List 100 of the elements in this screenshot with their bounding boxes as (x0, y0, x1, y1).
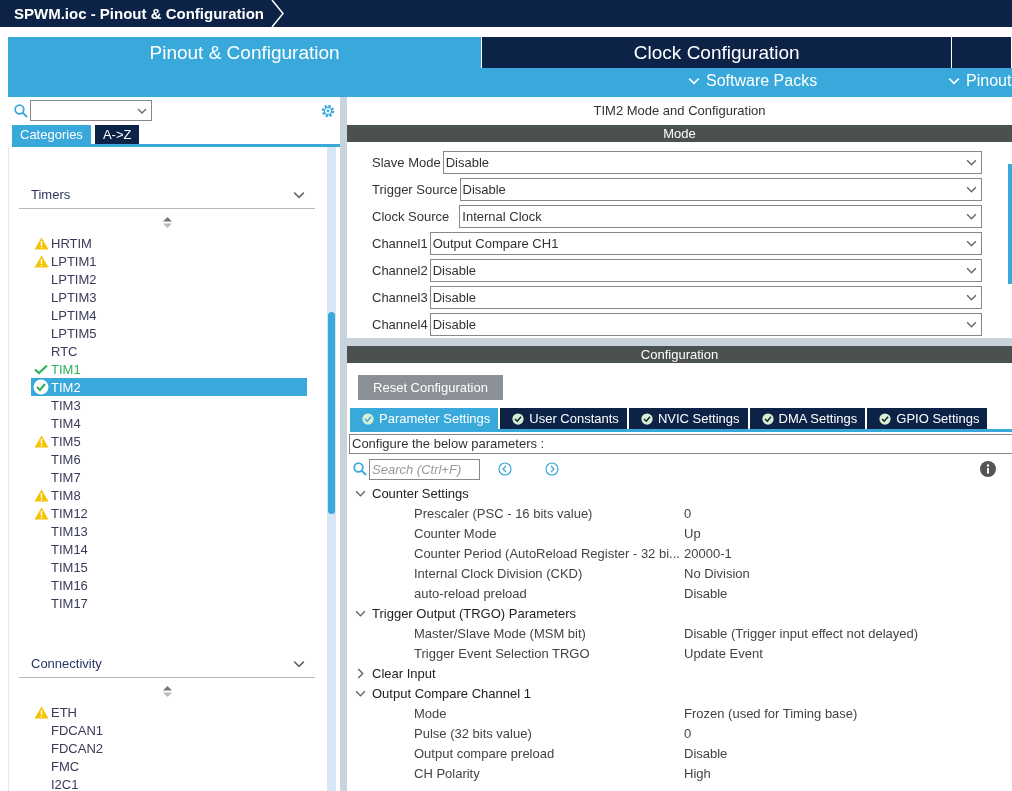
config-tab[interactable]: User Constants (500, 408, 627, 429)
dropdown[interactable]: Internal Clock (459, 205, 982, 228)
peripheral-item[interactable]: TIM4 (31, 414, 307, 432)
parameter-row[interactable]: CH Polarity High (355, 763, 1012, 783)
chevron-right-icon[interactable] (355, 667, 366, 679)
warning-icon (33, 705, 49, 719)
field-label: Slave Mode (372, 155, 441, 170)
parameter-row[interactable]: Output compare preload Disable (355, 743, 1012, 763)
chevron-down-icon[interactable] (966, 319, 977, 330)
field-label: Channel1 (372, 236, 428, 251)
parameter-row[interactable]: Counter Period (AutoReload Register - 32 bi... 20000-1 (355, 543, 1012, 563)
chevron-down-icon[interactable] (966, 238, 977, 249)
warning-icon (33, 488, 49, 502)
peripheral-item[interactable]: LPTIM5 (31, 324, 307, 342)
parameter-name: Trigger Event Selection TRGO (414, 645, 591, 661)
next-icon[interactable] (545, 462, 559, 476)
parameter-value: Up (684, 525, 701, 541)
parameter-row[interactable]: Trigger Event Selection TRGO Update Event (355, 643, 1012, 663)
chevron-down-icon[interactable] (966, 265, 977, 276)
search-combo[interactable] (30, 100, 152, 121)
peripheral-item[interactable]: TIM17 (31, 594, 307, 612)
warning-icon (33, 254, 49, 268)
parameter-value: Disable (684, 745, 728, 761)
previous-icon[interactable] (498, 462, 512, 476)
window-title: SPWM.ioc - Pinout & Configuration (13, 5, 264, 22)
peripheral-item[interactable]: I2C1 (31, 775, 307, 791)
chevron-down-icon[interactable] (966, 184, 977, 195)
parameter-name: Prescaler (PSC - 16 bits value) (414, 505, 594, 521)
peripheral-item[interactable]: TIM16 (31, 576, 307, 594)
chevron-down-icon[interactable] (966, 292, 977, 303)
scrollbar-track[interactable] (327, 147, 336, 791)
view-tab[interactable]: A->Z (94, 125, 140, 144)
dropdown[interactable]: Output Compare CH1 (429, 232, 982, 255)
chevron-down-icon[interactable] (948, 75, 960, 87)
peripheral-item[interactable]: FDCAN2 (31, 739, 307, 757)
parameter-group[interactable]: Clear Input (355, 663, 1012, 683)
peripheral-item[interactable]: TIM14 (31, 540, 307, 558)
checkmark-icon (34, 363, 48, 375)
peripheral-item[interactable]: FMC (31, 757, 307, 775)
peripheral-item[interactable]: TIM13 (31, 522, 307, 540)
parameter-group[interactable]: Counter Settings (355, 483, 1012, 503)
config-tab[interactable]: GPIO Settings (867, 408, 988, 429)
check-circle-icon (33, 379, 49, 395)
peripheral-item[interactable]: LPTIM3 (31, 288, 307, 306)
peripheral-item[interactable]: ETH (31, 703, 307, 721)
parameter-name: Counter Period (AutoReload Register - 32 bi... (414, 545, 681, 561)
parameter-value: 0 (684, 505, 692, 521)
category-header[interactable]: Connectivity (19, 650, 315, 678)
field-label: Channel3 (372, 290, 428, 305)
dropdown[interactable]: Disable (429, 286, 982, 309)
peripheral-item[interactable]: TIM6 (31, 450, 307, 468)
search-field[interactable]: Search (Ctrl+F) (369, 458, 480, 480)
peripheral-item[interactable]: TIM12 (31, 504, 307, 522)
parameter-row[interactable]: auto-reload preload Disable (355, 583, 1012, 603)
parameter-group[interactable]: Output Compare Channel 1 (355, 683, 1012, 703)
field-label: Channel4 (372, 317, 428, 332)
parameter-value: Frozen (used for Timing base) (684, 705, 858, 721)
peripheral-item[interactable]: FDCAN1 (31, 721, 307, 739)
peripheral-item[interactable]: TIM8 (31, 486, 307, 504)
peripheral-item[interactable]: HRTIM (31, 234, 307, 252)
dropdown[interactable]: Disable (429, 313, 982, 336)
sort-icon[interactable] (162, 217, 172, 228)
chevron-down-icon[interactable] (688, 75, 700, 87)
parameter-name: CH Polarity (414, 765, 481, 781)
peripheral-item[interactable]: TIM7 (31, 468, 307, 486)
dropdown[interactable]: Disable (442, 151, 982, 174)
peripheral-item[interactable]: LPTIM4 (31, 306, 307, 324)
parameter-row[interactable]: Pulse (32 bits value) 0 (355, 723, 1012, 743)
scrollbar-thumb[interactable] (1008, 164, 1012, 284)
config-tab[interactable]: DMA Settings (749, 408, 866, 429)
peripheral-item[interactable]: TIM3 (31, 396, 307, 414)
sort-icon[interactable] (162, 686, 172, 697)
search-icon[interactable] (353, 462, 367, 476)
parameter-name: Mode (414, 705, 448, 721)
dropdown[interactable]: Disable (459, 178, 982, 201)
parameter-group[interactable]: Trigger Output (TRGO) Parameters (355, 603, 1012, 623)
chevron-down-icon[interactable] (966, 157, 977, 168)
parameter-row[interactable]: Internal Clock Division (CKD) No Division (355, 563, 1012, 583)
parameter-row[interactable]: Counter Mode Up (355, 523, 1012, 543)
info-icon[interactable] (980, 461, 996, 477)
chevron-down-icon[interactable] (966, 211, 977, 222)
parameter-row[interactable]: Mode Frozen (used for Timing base) (355, 703, 1012, 723)
category-header[interactable]: Timers (19, 181, 315, 209)
parameter-row[interactable]: Master/Slave Mode (MSM bit) Disable (Trigger input effect not delayed) (355, 623, 1012, 643)
peripheral-item[interactable]: RTC (31, 342, 307, 360)
settings-icon[interactable] (320, 102, 336, 119)
peripheral-item[interactable]: LPTIM1 (31, 252, 307, 270)
check-circle-icon (362, 412, 374, 425)
parameter-name: auto-reload preload (414, 585, 528, 601)
peripheral-item[interactable]: TIM15 (31, 558, 307, 576)
parameter-row[interactable]: Prescaler (PSC - 16 bits value) 0 (355, 503, 1012, 523)
check-circle-icon (512, 412, 525, 425)
dropdown[interactable]: Disable (429, 259, 982, 282)
peripheral-item[interactable]: TIM5 (31, 432, 307, 450)
scrollbar-thumb[interactable] (328, 312, 335, 514)
main-tab[interactable]: Clock Configuration (482, 37, 953, 68)
search-icon[interactable] (14, 103, 28, 118)
panel-title: TIM2 Mode and Configuration (592, 102, 767, 120)
config-tab[interactable]: NVIC Settings (628, 408, 748, 429)
peripheral-item[interactable]: LPTIM2 (31, 270, 307, 288)
